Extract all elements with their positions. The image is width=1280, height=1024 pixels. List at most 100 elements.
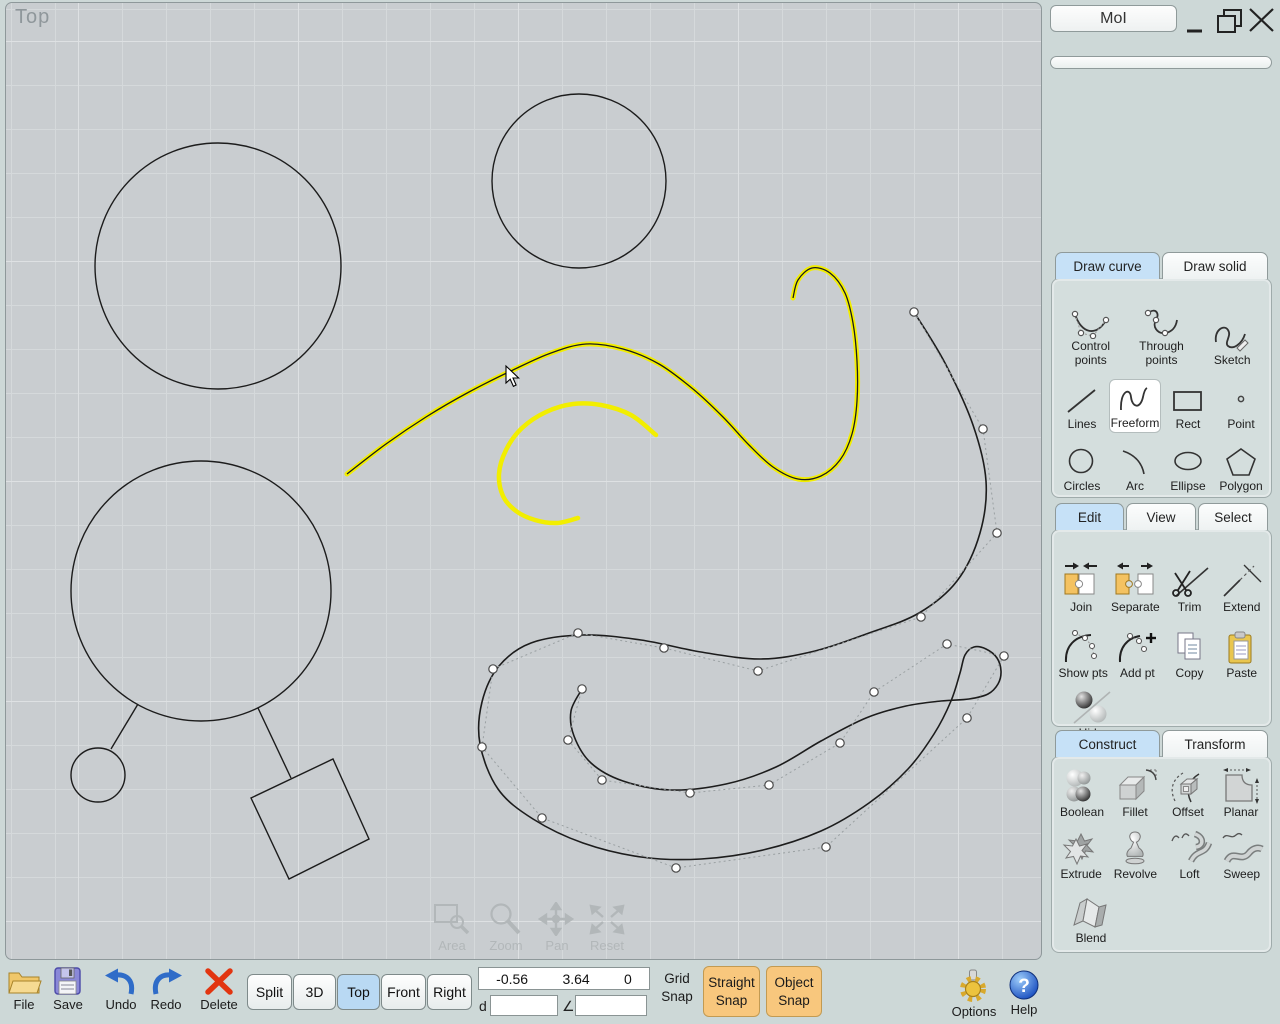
tool-extend[interactable]: Extend: [1216, 558, 1268, 616]
viewport-label: Top: [15, 6, 50, 29]
yellow-hook-curve: [499, 403, 656, 523]
restore-button[interactable]: [1214, 7, 1246, 35]
tool-ellipse[interactable]: Ellipse: [1162, 443, 1214, 495]
tab-transform[interactable]: Transform: [1162, 730, 1268, 757]
help-button[interactable]: ? Help: [1000, 968, 1048, 1017]
show-pts-icon: [1060, 630, 1106, 666]
tool-revolve[interactable]: Revolve: [1107, 827, 1163, 883]
tool-offset[interactable]: Offset: [1162, 765, 1214, 821]
control-point: [963, 714, 971, 722]
pan-icon: [537, 902, 577, 936]
selected-curve: [347, 268, 858, 480]
close-button[interactable]: [1246, 5, 1278, 35]
file-button[interactable]: File: [1, 965, 47, 1012]
boolean-icon: [1059, 767, 1105, 805]
tool-join[interactable]: Join: [1055, 558, 1107, 616]
tool-fillet[interactable]: Fillet: [1109, 765, 1161, 821]
tool-through-points[interactable]: Through points: [1127, 303, 1197, 369]
save-button[interactable]: Save: [45, 965, 91, 1012]
grid-snap-toggle[interactable]: Grid Snap: [652, 970, 702, 1005]
area-zoom-button[interactable]: Area: [429, 902, 475, 953]
control-point: [836, 739, 844, 747]
angle-label: ∠: [562, 998, 575, 1015]
tool-add-pt[interactable]: Add pt: [1111, 628, 1163, 682]
tool-sweep[interactable]: Sweep: [1216, 827, 1268, 883]
tab-construct[interactable]: Construct: [1055, 730, 1160, 757]
viewport-canvas[interactable]: Top Area Zoom Pan Reset: [5, 2, 1042, 960]
straight-snap-toggle[interactable]: Straight Snap: [703, 966, 760, 1017]
tab-view[interactable]: View: [1126, 503, 1196, 530]
distance-label: d: [479, 998, 487, 1014]
minimize-button[interactable]: [1183, 10, 1205, 36]
svg-text:?: ?: [1018, 976, 1030, 997]
tool-loft[interactable]: Loft: [1164, 827, 1216, 883]
tool-separate[interactable]: Separate: [1107, 558, 1163, 616]
options-button[interactable]: Options: [948, 968, 1000, 1019]
coord-z: 0: [624, 971, 632, 987]
tool-control-points[interactable]: Control points: [1056, 303, 1126, 369]
tab-draw-curve[interactable]: Draw curve: [1055, 252, 1160, 279]
tool-point[interactable]: Point: [1215, 381, 1267, 433]
moi-window: Top Area Zoom Pan Reset MoI Draw c: [0, 0, 1280, 1024]
panel-collapsed-bar[interactable]: [1050, 56, 1272, 69]
tool-planar[interactable]: Planar: [1215, 765, 1267, 821]
draw-palette: Control points Through points Sketch Lin…: [1051, 278, 1272, 498]
tool-arc[interactable]: Arc: [1109, 443, 1161, 495]
control-point: [660, 644, 668, 652]
tool-blend[interactable]: Blend: [1063, 891, 1119, 947]
offset-icon: [1165, 767, 1211, 805]
control-point: [754, 667, 762, 675]
control-point: [478, 743, 486, 751]
distance-input[interactable]: [490, 995, 558, 1016]
tab-edit[interactable]: Edit: [1055, 503, 1124, 530]
control-point: [538, 814, 546, 822]
view-right-button[interactable]: Right: [427, 974, 472, 1010]
extend-icon: [1220, 560, 1264, 600]
tool-paste[interactable]: Paste: [1216, 628, 1268, 682]
view-front-button[interactable]: Front: [381, 974, 426, 1010]
delete-button[interactable]: Delete: [196, 965, 242, 1012]
tab-draw-solid[interactable]: Draw solid: [1162, 252, 1268, 279]
arc-icon: [1116, 445, 1154, 479]
tool-freeform[interactable]: Freeform: [1109, 379, 1161, 433]
tool-trim[interactable]: Trim: [1164, 558, 1216, 616]
zoom-icon: [486, 902, 526, 936]
undo-button[interactable]: Undo: [98, 965, 144, 1012]
pan-button[interactable]: Pan: [537, 902, 577, 953]
tool-copy[interactable]: Copy: [1164, 628, 1216, 682]
object-snap-toggle[interactable]: Object Snap: [766, 966, 822, 1017]
planar-icon: [1218, 767, 1264, 805]
canvas-circle: [492, 94, 666, 268]
fillet-icon: [1112, 767, 1158, 805]
loft-icon: [1167, 829, 1213, 867]
construct-tabs: Construct Transform: [1055, 730, 1268, 757]
tab-select[interactable]: Select: [1198, 503, 1268, 530]
redo-button[interactable]: Redo: [143, 965, 189, 1012]
extrude-icon: [1058, 829, 1104, 867]
view-split-button[interactable]: Split: [247, 974, 292, 1010]
canvas-line: [111, 704, 138, 749]
control-point: [489, 665, 497, 673]
delete-x-icon: [201, 965, 237, 997]
tool-polygon[interactable]: Polygon: [1215, 443, 1267, 495]
separate-icon: [1112, 560, 1158, 600]
view-top-button[interactable]: Top: [337, 974, 380, 1010]
zoom-button[interactable]: Zoom: [483, 902, 529, 953]
tool-rect[interactable]: Rect: [1162, 381, 1214, 433]
view-3d-button[interactable]: 3D: [293, 974, 336, 1010]
help-icon: ?: [1007, 968, 1041, 1002]
options-gear-icon: [956, 968, 992, 1004]
tool-lines[interactable]: Lines: [1056, 381, 1108, 433]
control-point: [574, 629, 582, 637]
redo-arrow-icon: [145, 965, 187, 997]
rect-icon: [1169, 383, 1207, 417]
angle-input[interactable]: [575, 995, 647, 1016]
tool-boolean[interactable]: Boolean: [1056, 765, 1108, 821]
tool-circles[interactable]: Circles: [1056, 443, 1108, 495]
tool-sketch[interactable]: Sketch: [1197, 317, 1267, 369]
reset-view-button[interactable]: Reset: [585, 902, 629, 953]
join-icon: [1058, 560, 1104, 600]
tool-show-pts[interactable]: Show pts: [1055, 628, 1111, 682]
tool-extrude[interactable]: Extrude: [1055, 827, 1107, 883]
coord-y: 3.64: [562, 971, 589, 987]
